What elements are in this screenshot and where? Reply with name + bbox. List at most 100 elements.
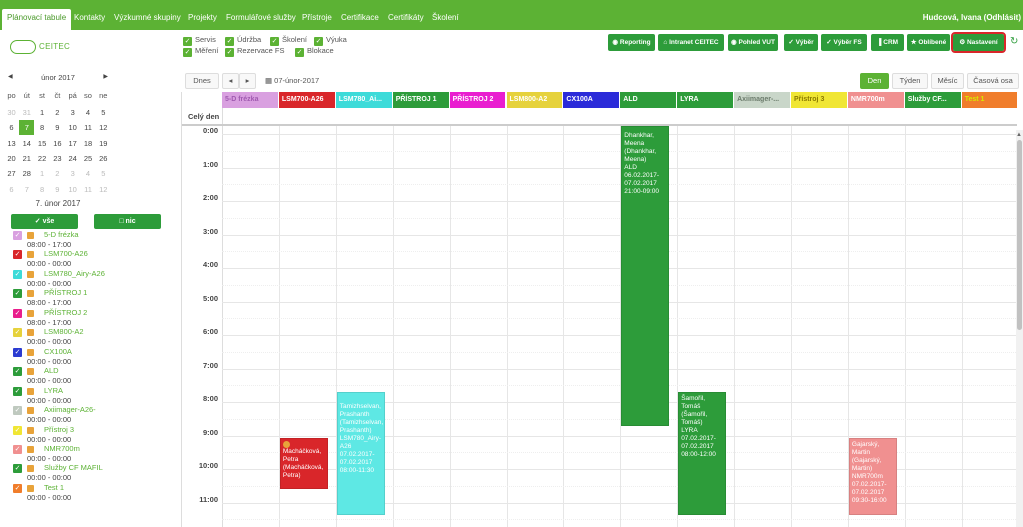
- instrument-info-icon[interactable]: [27, 309, 34, 317]
- mini-cal-day[interactable]: 2: [50, 166, 65, 181]
- instrument-item-axiimager-a26[interactable]: ✓ Axiimager-A26- 00:00 - 00:00: [13, 404, 173, 424]
- nav-item-skoleni[interactable]: Školení: [432, 13, 459, 22]
- view-den-button[interactable]: Den: [860, 73, 889, 89]
- mini-cal-day[interactable]: 24: [65, 151, 80, 166]
- resource-header-lsm800-a2[interactable]: LSM800-A2: [506, 92, 564, 108]
- instrument-checkbox[interactable]: ✓: [13, 406, 22, 416]
- instrument-info-icon[interactable]: [27, 387, 34, 395]
- nav-item-formularove-sluzby[interactable]: Formulářové služby: [226, 13, 296, 22]
- filter-servis[interactable]: ✓ Servis: [183, 35, 216, 46]
- instrument-info-icon[interactable]: [27, 251, 34, 259]
- nav-item-certifikace[interactable]: Certifikace: [341, 13, 379, 22]
- scroll-thumb[interactable]: [1017, 140, 1022, 330]
- mini-cal-day[interactable]: 12: [96, 120, 111, 135]
- instrument-item-nmr700m[interactable]: ✓ NMR700m 00:00 - 00:00: [13, 443, 173, 463]
- mini-cal-day[interactable]: 4: [81, 166, 96, 181]
- resource-header-nmr700m[interactable]: NMR700m: [847, 92, 905, 108]
- view-casova-osa-button[interactable]: Časová osa: [967, 73, 1019, 89]
- select-none-button[interactable]: □ nic: [94, 214, 161, 229]
- instrument-item-5-d-frezka[interactable]: ✓ 5-D frézka 08:00 - 17:00: [13, 229, 173, 249]
- mini-cal-day[interactable]: 13: [4, 136, 19, 151]
- mini-cal-day[interactable]: 4: [81, 105, 96, 120]
- mini-cal-day[interactable]: 22: [35, 151, 50, 166]
- reservation-event[interactable]: Šamořil, Tomáš (Šamořil, Tomáš) LYRA 07.02.20…: [678, 392, 727, 515]
- mini-cal-day[interactable]: 12: [96, 182, 111, 197]
- mini-cal-day[interactable]: 19: [96, 136, 111, 151]
- nav-item-projekty[interactable]: Projekty: [188, 13, 217, 22]
- mini-cal-day[interactable]: 30: [4, 105, 19, 120]
- resource-header-sluzby-cf[interactable]: Služby CF...: [904, 92, 962, 108]
- resource-header-ald[interactable]: ALD: [620, 92, 678, 108]
- mini-cal-day[interactable]: 9: [50, 182, 65, 197]
- reporting-button[interactable]: ◉ Reporting: [608, 34, 655, 51]
- mini-cal-day[interactable]: 27: [4, 166, 19, 181]
- instrument-item-test-1[interactable]: ✓ Test 1 00:00 - 00:00: [13, 482, 173, 502]
- instrument-info-icon[interactable]: [27, 465, 34, 473]
- mini-cal-day[interactable]: 7: [19, 182, 34, 197]
- instrument-item-lsm780-airy-a26[interactable]: ✓ LSM780_Airy-A26 00:00 - 00:00: [13, 268, 173, 288]
- instrument-info-icon[interactable]: [27, 484, 34, 492]
- prev-day-button[interactable]: ◂: [222, 73, 239, 89]
- mini-cal-day[interactable]: 1: [35, 166, 50, 181]
- mini-cal-day[interactable]: 3: [65, 105, 80, 120]
- mini-cal-day[interactable]: 31: [19, 105, 34, 120]
- mini-cal-day[interactable]: 2: [50, 105, 65, 120]
- resource-header-lsm780-ai[interactable]: LSM780_Ai...: [335, 92, 393, 108]
- instrument-info-icon[interactable]: [27, 232, 34, 239]
- instrument-checkbox[interactable]: ✓: [13, 347, 22, 357]
- mini-cal-day[interactable]: 6: [4, 120, 19, 135]
- mini-cal-day[interactable]: 18: [81, 136, 96, 151]
- crm-button[interactable]: ▐ CRM: [871, 34, 904, 51]
- mini-cal-day[interactable]: 10: [65, 182, 80, 197]
- view-tyden-button[interactable]: Týden: [892, 73, 928, 89]
- instrument-checkbox[interactable]: ✓: [13, 367, 22, 377]
- refresh-icon[interactable]: ↻: [1010, 36, 1018, 47]
- mini-cal-day[interactable]: 9: [50, 120, 65, 135]
- nav-item-planovaci-tabule[interactable]: Plánovací tabule: [2, 9, 72, 30]
- instrument-checkbox[interactable]: ✓: [13, 444, 22, 454]
- instrument-item-lsm700-a26[interactable]: ✓ LSM700-A26 00:00 - 00:00: [13, 248, 173, 268]
- mini-cal-day[interactable]: 28: [19, 166, 34, 181]
- mini-cal-day[interactable]: 14: [19, 136, 34, 151]
- resource-header-axiimager[interactable]: Axiimager-...: [734, 92, 791, 108]
- instrument-info-icon[interactable]: [27, 329, 34, 337]
- resource-header-lyra[interactable]: LYRA: [677, 92, 735, 108]
- instrument-item-sluzby-cf-mafil[interactable]: ✓ Služby CF MAFIL 00:00 - 00:00: [13, 462, 173, 482]
- instrument-checkbox[interactable]: ✓: [13, 231, 22, 240]
- reservation-event[interactable]: Tamizhselvan, Prashanth (Tamizhselvan, Pras…: [336, 392, 385, 515]
- instrument-checkbox[interactable]: ✓: [13, 483, 22, 493]
- instrument-info-icon[interactable]: [27, 445, 34, 453]
- instrument-checkbox[interactable]: ✓: [13, 250, 22, 260]
- vyber-fs-button[interactable]: ✓ Výběr FS: [821, 34, 867, 51]
- mini-cal-day[interactable]: 8: [35, 182, 50, 197]
- nav-item-certifikaty[interactable]: Certifikáty: [388, 13, 424, 22]
- oblibene-button[interactable]: ★ Oblíbené: [907, 34, 950, 51]
- instrument-item-pristroj-2[interactable]: ✓ PŘÍSTROJ 2 08:00 - 17:00: [13, 307, 173, 327]
- view-mesic-button[interactable]: Měsíc: [931, 73, 964, 89]
- mini-cal-day[interactable]: 7: [19, 120, 35, 136]
- mini-cal-day[interactable]: 17: [65, 136, 80, 151]
- instrument-info-icon[interactable]: [27, 348, 34, 356]
- mini-cal-day[interactable]: 16: [50, 136, 65, 151]
- reservation-event[interactable]: Dhankhar, Meena (Dhankhar, Meena) ALD 06.02.2…: [621, 126, 670, 426]
- instrument-checkbox[interactable]: ✓: [13, 269, 22, 279]
- mini-cal-day[interactable]: 5: [96, 166, 111, 181]
- mini-cal-day[interactable]: 1: [35, 105, 50, 120]
- resource-header-pristroj-3[interactable]: Přístroj 3: [791, 92, 848, 108]
- mini-cal-day[interactable]: 21: [19, 151, 34, 166]
- next-day-button[interactable]: ▸: [239, 73, 256, 89]
- instrument-info-icon[interactable]: [27, 368, 34, 376]
- mini-cal-day[interactable]: 15: [35, 136, 50, 151]
- mini-cal-day[interactable]: 11: [81, 120, 96, 135]
- resource-header-5-d-frezka[interactable]: 5-D frézka: [222, 92, 279, 108]
- mini-cal-day[interactable]: 20: [4, 151, 19, 166]
- pohled-vut-button[interactable]: ◉ Pohled VUT: [728, 34, 778, 51]
- reservation-event[interactable]: Macháčková, Petra (Macháčková, Petra): [279, 437, 328, 490]
- filter-blokace[interactable]: ✓ Blokace: [295, 46, 334, 57]
- instrument-checkbox[interactable]: ✓: [13, 308, 22, 318]
- intranet-ceitec-button[interactable]: ⌂ Intranet CEITEC: [658, 34, 724, 51]
- mini-cal-day[interactable]: 5: [96, 105, 111, 120]
- mini-cal-day[interactable]: 6: [4, 182, 19, 197]
- nav-item-kontakty[interactable]: Kontakty: [74, 13, 105, 22]
- calendar-date-title[interactable]: ▦ 07-únor-2017: [265, 76, 319, 85]
